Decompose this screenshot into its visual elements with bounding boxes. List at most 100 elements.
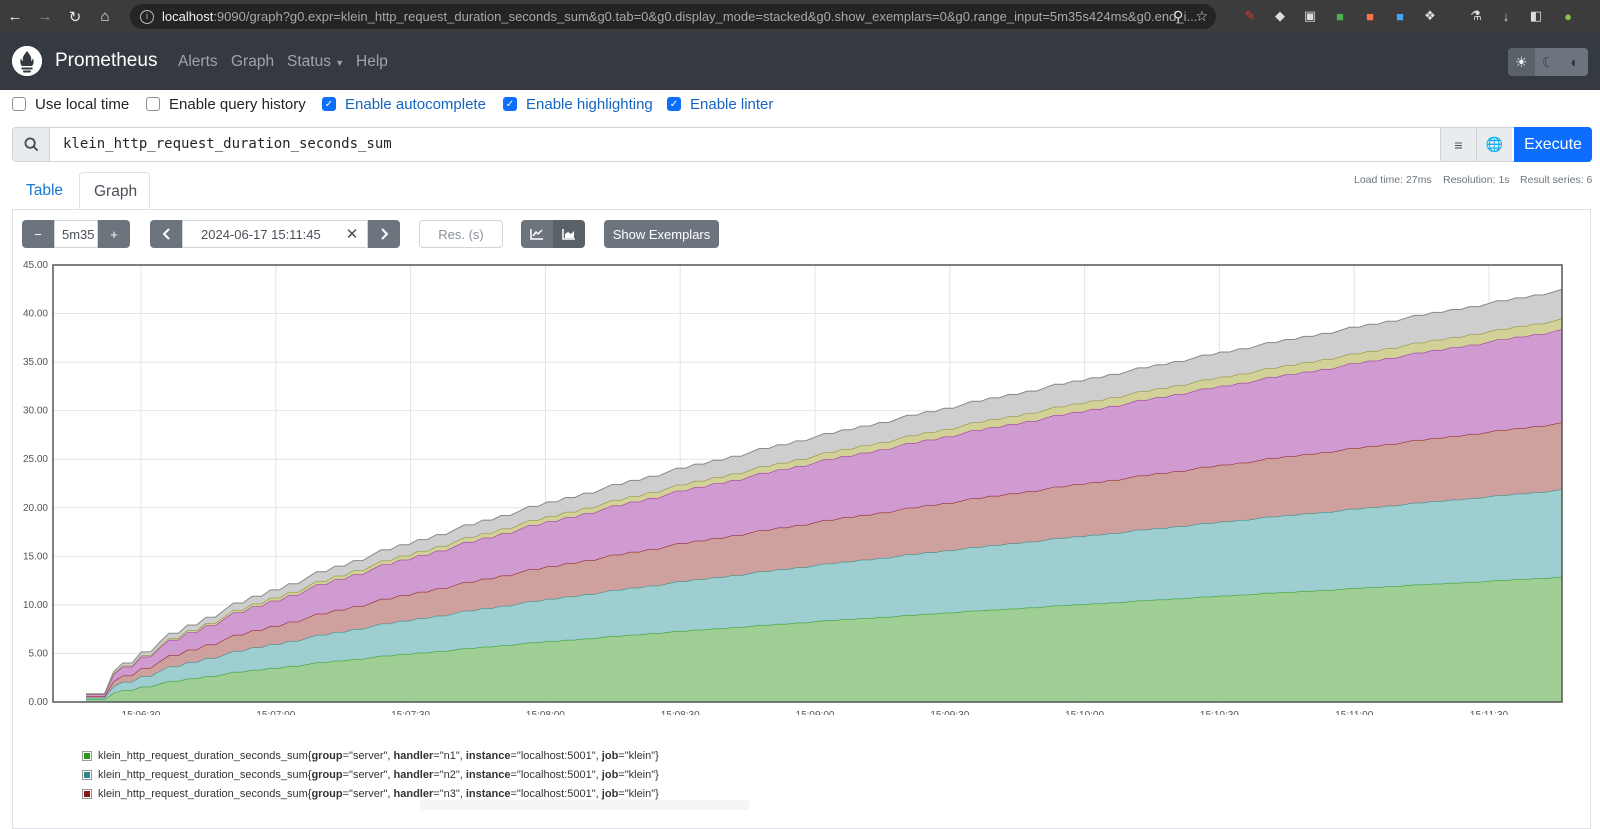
browser-toolbar: ← → ↻ ⌂ i localhost:9090/graph?g0.expr=k… (0, 0, 1600, 33)
profile-avatar-icon[interactable]: ● (1558, 6, 1578, 26)
dark-theme-moon-icon[interactable]: ☾ (1535, 48, 1562, 76)
execute-button[interactable]: Execute (1514, 127, 1592, 162)
option-use-local-time[interactable]: Use local time (12, 93, 129, 115)
legend-label: klein_http_request_duration_seconds_sum{… (98, 749, 659, 762)
load-time-stat: Load time: 27ms (1354, 174, 1432, 186)
reload-icon[interactable]: ↻ (60, 0, 90, 33)
tab-graph[interactable]: Graph (79, 172, 150, 210)
puzzle-extensions-icon[interactable]: ❖ (1420, 6, 1440, 26)
x-tick-label: 15:10:30 (1200, 710, 1239, 715)
x-tick-label: 15:07:30 (391, 710, 430, 715)
y-tick-label: 25.00 (23, 454, 48, 465)
translate-extension-icon[interactable]: ■ (1390, 6, 1410, 26)
autocomplete-checkbox[interactable]: ✓ (322, 97, 336, 111)
nav-alerts[interactable]: Alerts (178, 53, 218, 71)
resolution-input[interactable]: Res. (s) (419, 220, 503, 248)
query-history-label: Enable query history (169, 95, 306, 113)
y-tick-label: 45.00 (23, 260, 48, 271)
nav-graph[interactable]: Graph (231, 53, 274, 71)
shield-extension-icon[interactable]: ◆ (1270, 6, 1290, 26)
stacked-area-chart[interactable]: 0.00 5.00 10.00 15.00 20.00 25.00 30.00 35.00 40… (0, 255, 1600, 715)
y-tick-label: 30.00 (23, 406, 48, 417)
auto-theme-contrast-icon[interactable]: ◐ (1561, 48, 1588, 76)
extension-icon[interactable]: ✎ (1240, 6, 1260, 26)
home-icon[interactable]: ⌂ (90, 0, 120, 33)
sidepanel-icon[interactable]: ◧ (1526, 6, 1546, 26)
y-tick-label: 40.00 (23, 309, 48, 320)
site-info-icon[interactable]: i (140, 9, 154, 24)
url-path: :9090/graph?g0.expr=klein_http_request_d… (213, 9, 1198, 24)
google-extension-icon[interactable]: ■ (1330, 6, 1350, 26)
address-bar[interactable]: i localhost:9090/graph?g0.expr=klein_htt… (130, 4, 1216, 29)
nav-help[interactable]: Help (356, 53, 388, 71)
resolution-stat: Resolution: 1s (1443, 174, 1510, 186)
search-icon (13, 128, 50, 161)
line-chart-mode-icon[interactable] (521, 220, 553, 248)
expression-input-group: klein_http_request_duration_seconds_sum … (12, 127, 1591, 162)
prometheus-logo-icon (12, 46, 42, 76)
option-linter[interactable]: ✓ Enable linter (667, 93, 773, 115)
legend-swatch (82, 769, 92, 780)
legend-label: klein_http_request_duration_seconds_sum{… (98, 768, 659, 781)
x-tick-label: 15:08:30 (661, 710, 700, 715)
y-tick-label: 20.00 (23, 503, 48, 514)
highlighting-checkbox[interactable]: ✓ (503, 97, 517, 111)
y-tick-label: 35.00 (23, 357, 48, 368)
show-exemplars-button[interactable]: Show Exemplars (604, 220, 719, 248)
forward-arrow-icon[interactable]: → (30, 0, 60, 33)
linter-checkbox[interactable]: ✓ (667, 97, 681, 111)
stacked-chart-mode-icon[interactable] (553, 220, 585, 248)
back-arrow-icon[interactable]: ← (0, 0, 30, 33)
legend-swatch (82, 750, 92, 761)
x-tick-label: 15:10:00 (1065, 710, 1104, 715)
x-tick-label: 15:09:00 (796, 710, 835, 715)
x-tick-label: 15:06:30 (122, 710, 161, 715)
y-tick-label: 5.00 (29, 648, 49, 659)
legend-swatch (82, 788, 92, 799)
end-time-back-button[interactable] (150, 220, 182, 248)
option-autocomplete[interactable]: ✓ Enable autocomplete (322, 93, 486, 115)
legend-item[interactable]: klein_http_request_duration_seconds_sum{… (82, 746, 659, 765)
option-query-history[interactable]: Enable query history (146, 93, 306, 115)
brand-title[interactable]: Prometheus (55, 50, 157, 72)
result-series-stat: Result series: 6 (1520, 174, 1593, 186)
range-decrease-button[interactable]: − (22, 220, 54, 248)
nav-status-label: Status (287, 53, 331, 70)
x-tick-label: 15:11:30 (1470, 710, 1509, 715)
orange-extension-icon[interactable]: ■ (1360, 6, 1380, 26)
legend-label: klein_http_request_duration_seconds_sum{… (98, 787, 659, 800)
download-icon[interactable]: ↓ (1496, 6, 1516, 26)
caret-down-icon: ▼ (335, 58, 345, 68)
window-extension-icon[interactable]: ▣ (1300, 6, 1320, 26)
range-input[interactable]: 5m35 (54, 220, 98, 248)
range-increase-button[interactable]: + (98, 220, 130, 248)
use-local-time-checkbox[interactable] (12, 97, 26, 111)
x-tick-label: 15:07:00 (256, 710, 295, 715)
zoom-icon[interactable]: ⚲ (1173, 8, 1183, 25)
autocomplete-label: Enable autocomplete (345, 95, 486, 113)
format-expression-icon[interactable]: ≡ (1440, 128, 1476, 161)
y-tick-label: 10.00 (23, 600, 48, 611)
query-history-checkbox[interactable] (146, 97, 160, 111)
tab-table[interactable]: Table (12, 172, 77, 210)
use-local-time-label: Use local time (35, 95, 130, 113)
linter-label: Enable linter (690, 95, 774, 113)
y-tick-label: 0.00 (29, 697, 49, 708)
series-legend: klein_http_request_duration_seconds_sum{… (82, 746, 659, 803)
labs-flask-icon[interactable]: ⚗ (1466, 6, 1486, 26)
option-highlighting[interactable]: ✓ Enable highlighting (503, 93, 653, 115)
nav-status[interactable]: Status ▼ (287, 53, 344, 71)
metrics-explorer-globe-icon[interactable]: 🌐 (1476, 128, 1512, 161)
x-tick-label: 15:11:00 (1335, 710, 1374, 715)
expression-input[interactable]: klein_http_request_duration_seconds_sum (63, 136, 392, 152)
x-tick-label: 15:09:30 (930, 710, 969, 715)
highlighting-label: Enable highlighting (526, 95, 653, 113)
legend-item[interactable]: klein_http_request_duration_seconds_sum{… (82, 765, 659, 784)
y-tick-label: 15.00 (23, 551, 48, 562)
end-time-forward-button[interactable] (368, 220, 400, 248)
theme-toggle: ☀ ☾ ◐ (1508, 48, 1588, 76)
app-navbar: Prometheus Alerts Graph Status ▼ Help ☀ … (0, 33, 1600, 90)
light-theme-sun-icon[interactable]: ☀ (1508, 48, 1535, 76)
clear-end-time-icon[interactable]: ✕ (340, 220, 364, 248)
bookmark-star-icon[interactable]: ☆ (1195, 8, 1208, 25)
